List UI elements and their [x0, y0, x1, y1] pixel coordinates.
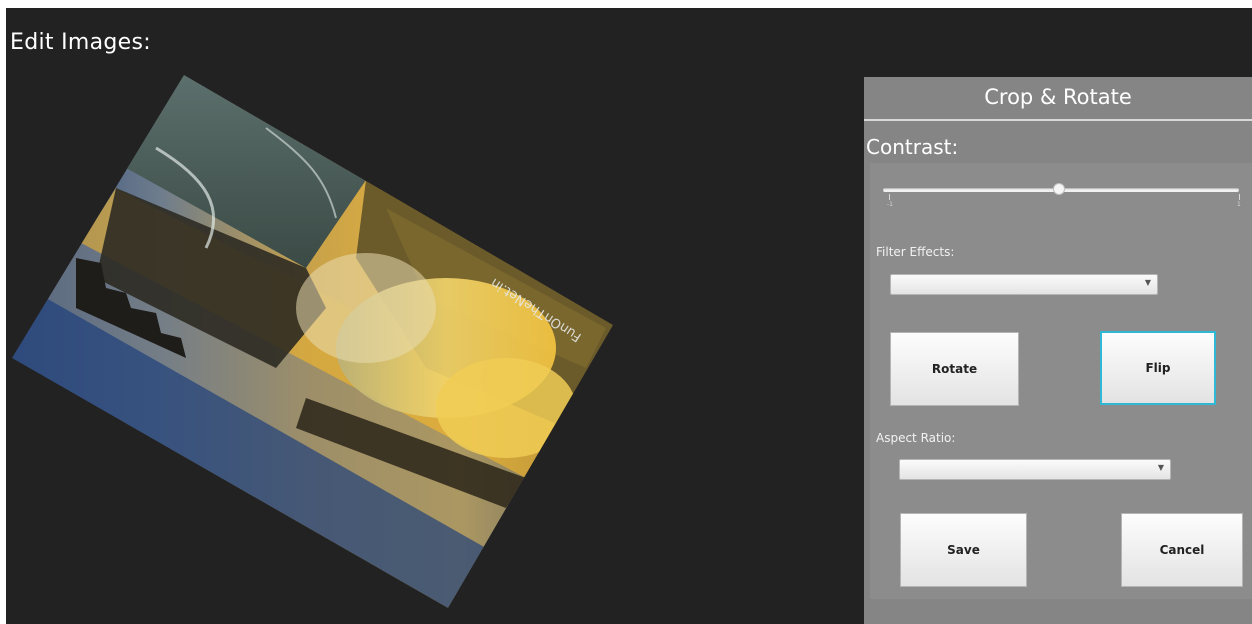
save-button[interactable]: Save [900, 513, 1027, 587]
panel-header: Crop & Rotate [864, 77, 1252, 121]
image-canvas[interactable] [6, 8, 866, 624]
slider-tick-max [1239, 194, 1240, 200]
slider-thumb[interactable] [1053, 183, 1065, 195]
contrast-label: Contrast: [866, 135, 959, 159]
filter-effects-dropdown[interactable]: ▼ [890, 274, 1158, 295]
flip-button[interactable]: Flip [1100, 331, 1216, 405]
slider-tick-min [889, 194, 890, 200]
slider-max-label: 1 [1237, 201, 1241, 208]
filter-effects-label: Filter Effects: [876, 245, 955, 259]
photo [12, 75, 613, 608]
aspect-ratio-label: Aspect Ratio: [876, 431, 956, 445]
aspect-ratio-dropdown[interactable]: ▼ [899, 459, 1171, 480]
panel-title: Crop & Rotate [984, 85, 1132, 109]
slider-min-label: -1 [887, 201, 893, 208]
chevron-down-icon: ▼ [1157, 463, 1164, 472]
controls-area: -1 1 Filter Effects: ▼ Rotate Flip Aspec… [870, 163, 1252, 599]
chevron-down-icon: ▼ [1144, 278, 1151, 287]
cancel-button[interactable]: Cancel [1121, 513, 1243, 587]
crop-rotate-panel: Crop & Rotate Contrast: -1 1 Filter Effe… [864, 77, 1252, 624]
rotate-button[interactable]: Rotate [890, 332, 1019, 406]
image-editor-window: Edit Images: FunOnTheNet.in Crop & Rotat… [6, 8, 1252, 624]
